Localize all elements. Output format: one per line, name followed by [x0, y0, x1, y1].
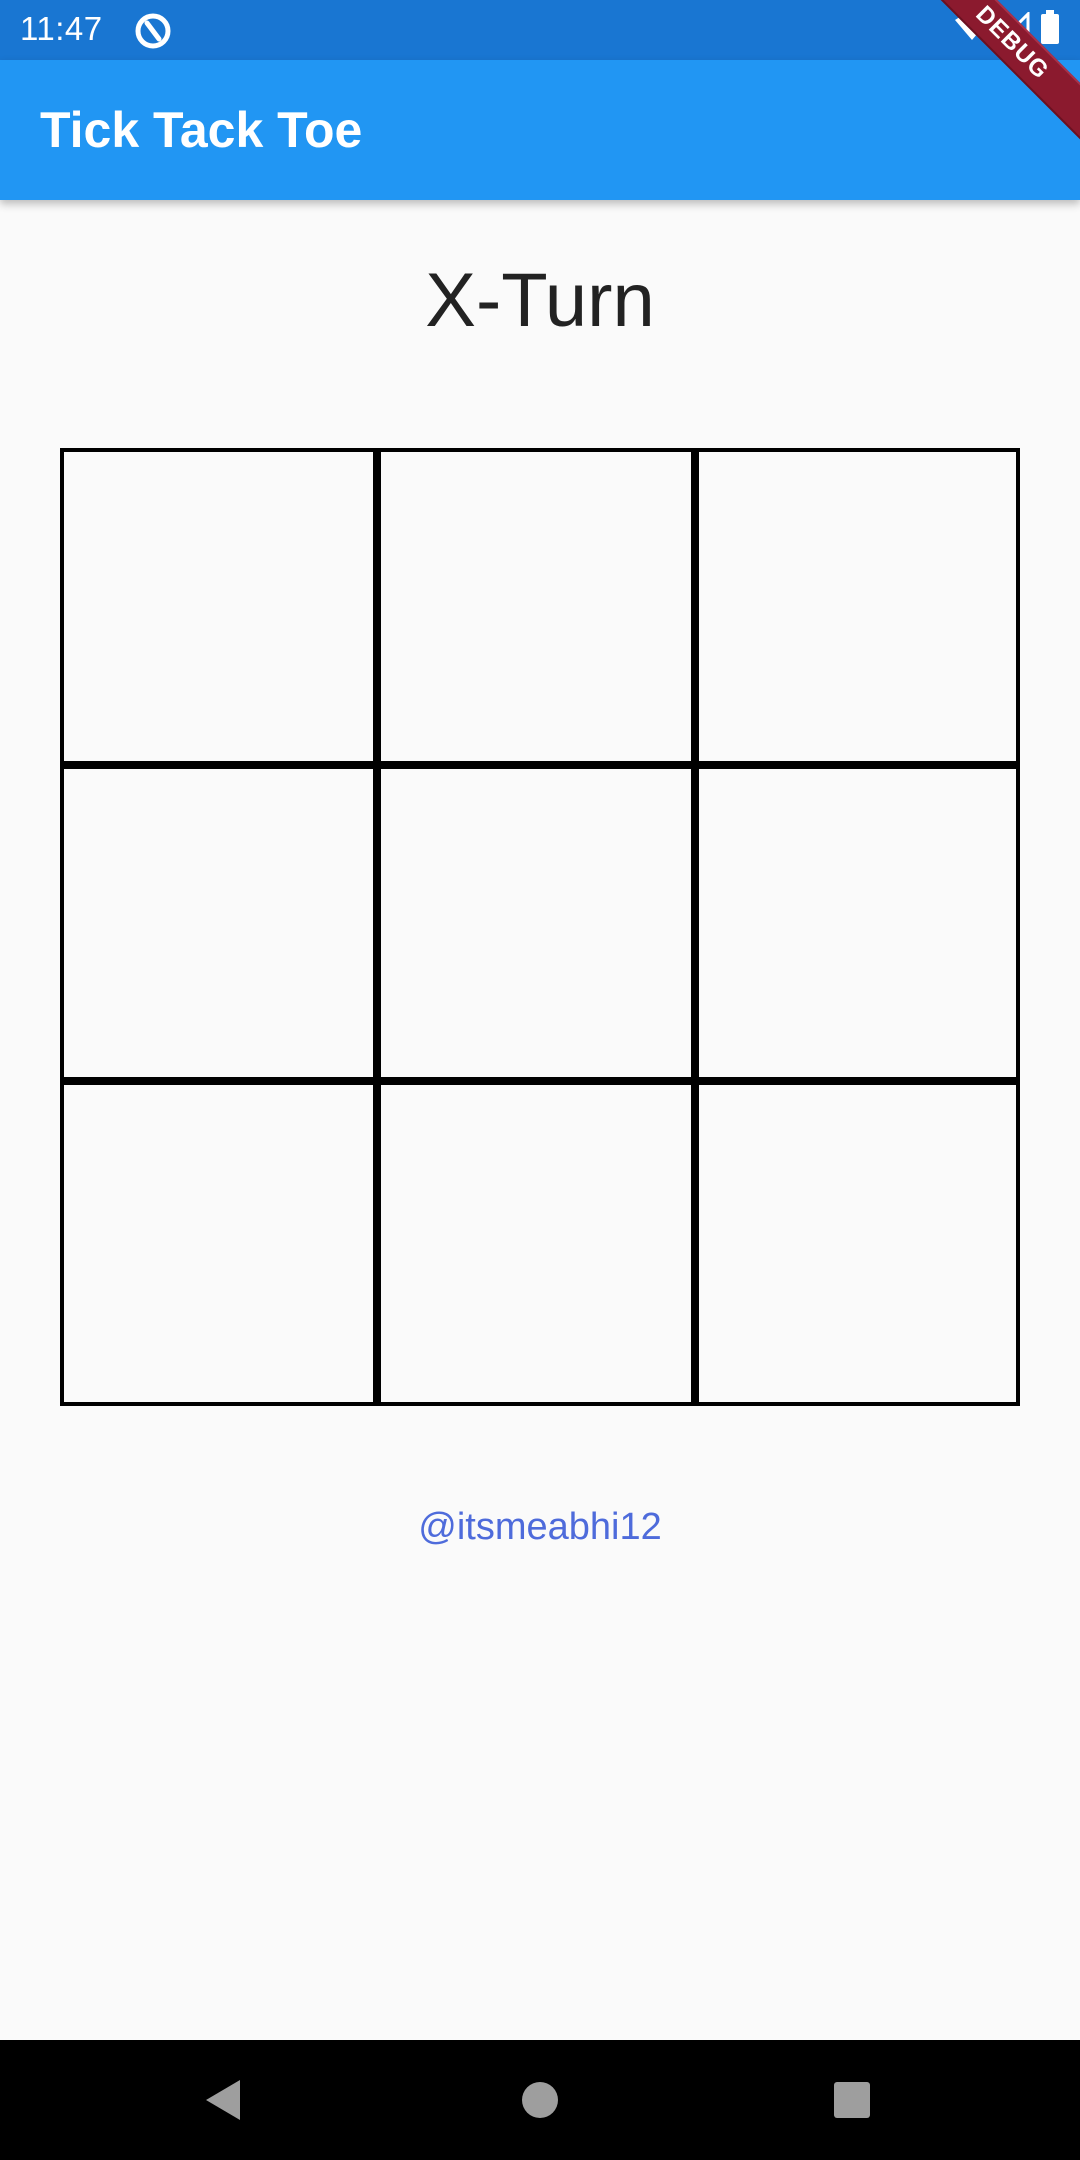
board-cell-1[interactable]: [64, 452, 382, 769]
app-title: Tick Tack Toe: [40, 102, 363, 158]
author-credit-link[interactable]: @itsmeabhi12: [0, 1505, 1080, 1551]
navigation-bar: [0, 2040, 1080, 2160]
status-time: 11:47: [20, 10, 103, 47]
app-bar: Tick Tack Toe: [0, 60, 1080, 200]
recents-icon[interactable]: [828, 2076, 876, 2124]
board-cell-3[interactable]: [698, 452, 1016, 769]
board-cell-4[interactable]: [64, 768, 382, 1086]
app-screen: 11:47 Tick Tack Toe DEBUG X-Turn @itsmea…: [0, 0, 1080, 2160]
turn-label: X-Turn: [425, 258, 655, 343]
board-cell-5[interactable]: [381, 768, 699, 1086]
board-cell-2[interactable]: [381, 452, 699, 769]
back-icon[interactable]: [200, 2076, 248, 2124]
home-icon[interactable]: [516, 2076, 564, 2124]
board-cell-9[interactable]: [698, 1085, 1016, 1402]
app-notification-icon: [133, 11, 173, 51]
game-board: [60, 448, 1020, 1406]
board-cell-8[interactable]: [381, 1085, 699, 1402]
board-cell-7[interactable]: [64, 1085, 382, 1402]
battery-icon: [1040, 10, 1060, 49]
board-cell-6[interactable]: [698, 768, 1016, 1086]
status-bar: 11:47: [0, 0, 1080, 60]
